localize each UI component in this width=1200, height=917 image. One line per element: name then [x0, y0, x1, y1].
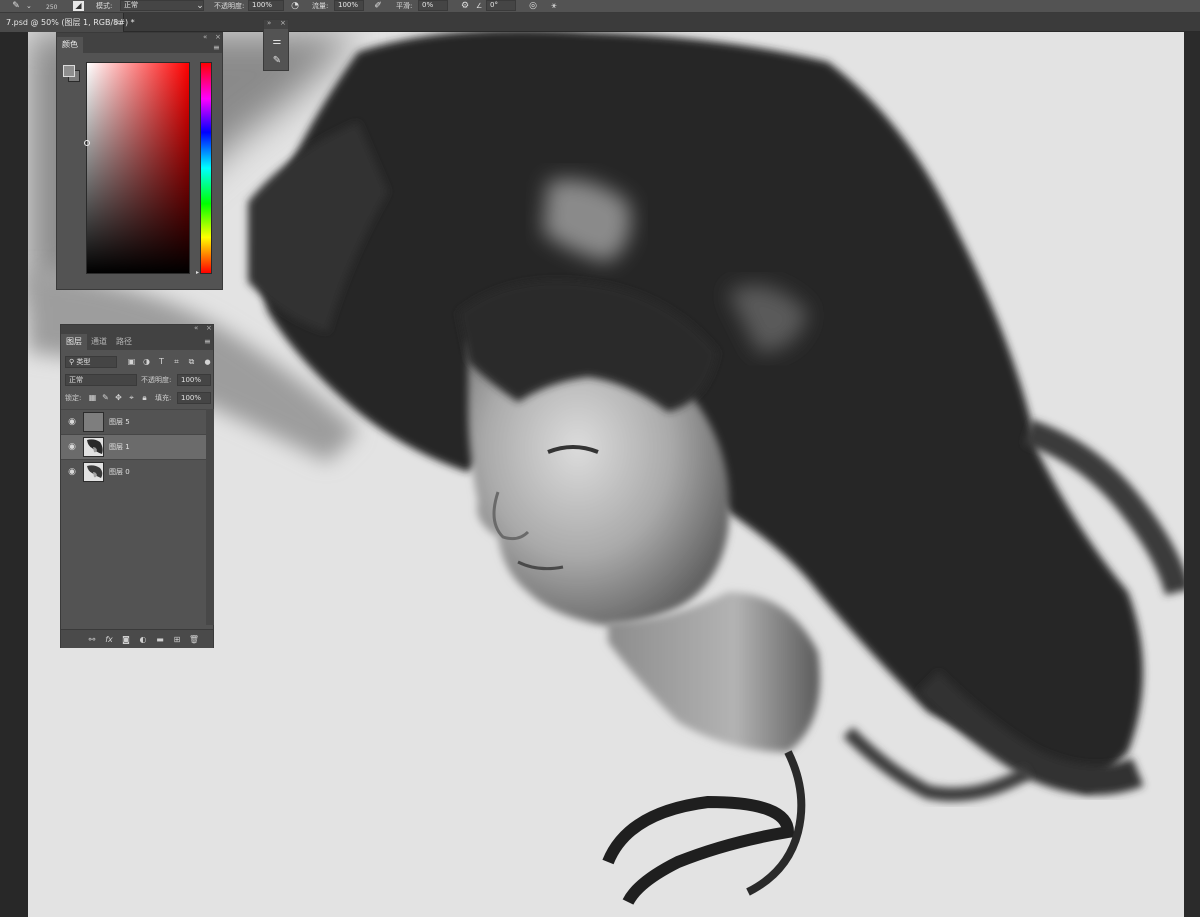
mini-panel-close-icon[interactable]: × [280, 19, 286, 27]
layers-panel-close-icon[interactable]: × [206, 324, 212, 332]
layers-panel-tabbar: 图层 通道 路径 ≡ [61, 334, 213, 350]
document-tab-close-icon[interactable]: × [114, 13, 121, 32]
brush-tool-icon[interactable]: ✎ [10, 0, 22, 12]
layer-name[interactable]: 图层 1 [109, 441, 130, 453]
eye-icon[interactable]: ◉ [66, 441, 78, 453]
lock-all-icon[interactable]: 🔒︎ [139, 392, 150, 404]
layer-name[interactable]: 图层 5 [109, 416, 130, 428]
angle-input[interactable]: 0° [486, 0, 516, 11]
saturation-brightness-field[interactable] [86, 62, 190, 274]
lock-artboard-icon[interactable]: ⌖ [126, 392, 137, 404]
opacity-input[interactable]: 100% [248, 0, 284, 11]
layer-thumbnail-art [87, 439, 103, 454]
layers-panel: « × 图层 通道 路径 ≡ ⚲ 类型 ▣ ◑ T ⌗ ⧉ ● 正常 不透明度:… [60, 324, 214, 648]
layer-filter-value: 类型 [76, 358, 91, 366]
new-layer-icon[interactable]: ⊞ [170, 633, 184, 646]
layers-panel-menu-icon[interactable]: ≡ [204, 337, 211, 346]
lock-position-icon[interactable]: ✥ [113, 392, 124, 404]
layer-style-fx-icon[interactable]: fx [102, 633, 116, 646]
eye-icon[interactable]: ◉ [66, 466, 78, 478]
blend-mode-select[interactable]: 正常 [65, 374, 137, 386]
right-panel-gutter [1184, 32, 1200, 917]
opacity-label: 不透明度: [214, 2, 245, 10]
layer-row[interactable]: ◉ 图层 5 [61, 409, 206, 434]
color-picker-ring[interactable] [84, 140, 90, 146]
brush-settings-panel-icon[interactable]: ⚌ [267, 34, 287, 50]
tab-color[interactable]: 颜色 [57, 37, 83, 53]
layers-panel-header: « × [61, 324, 213, 334]
flow-input[interactable]: 100% [334, 0, 364, 11]
layer-thumbnail [83, 437, 104, 457]
document-tab-bar: 7.psd @ 50% (图层 1, RGB/8#) * × [0, 13, 1200, 32]
mini-panel-collapse-icon[interactable]: » [267, 19, 271, 27]
brush-presets-icon[interactable]: ✎ [267, 53, 287, 69]
layer-filter-row: ⚲ 类型 ▣ ◑ T ⌗ ⧉ ● [61, 354, 213, 371]
add-mask-icon[interactable]: ◙ [119, 633, 133, 646]
pressure-opacity-icon[interactable]: ◔ [289, 0, 301, 12]
pressure-size-icon[interactable]: ◎ [527, 0, 539, 12]
color-panel-collapse-icon[interactable]: « [203, 33, 207, 41]
filter-toggle-icon[interactable]: ● [202, 356, 213, 368]
filter-shape-icon[interactable]: ⌗ [171, 356, 182, 368]
tab-layers[interactable]: 图层 [61, 334, 87, 350]
layers-panel-collapse-icon[interactable]: « [194, 324, 198, 332]
blend-mode-value: 正常 [69, 376, 83, 384]
layer-name[interactable]: 图层 0 [109, 466, 130, 478]
new-group-folder-icon[interactable]: ▬ [153, 633, 167, 646]
tool-preset-dropdown[interactable]: ⌄ [26, 0, 32, 12]
filter-pixel-icon[interactable]: ▣ [126, 356, 137, 368]
adjustment-layer-icon[interactable]: ◐ [136, 633, 150, 646]
color-panel-tabbar: 颜色 « × ≡ [57, 33, 222, 53]
foreground-background-swatch[interactable] [62, 64, 82, 84]
tab-paths[interactable]: 路径 [111, 334, 137, 350]
fill-label: 填充: [155, 394, 172, 402]
layers-footer: ⚯ fx ◙ ◐ ▬ ⊞ 🗑︎ [61, 629, 213, 648]
layer-opacity-label: 不透明度: [141, 376, 172, 384]
layers-scrollbar[interactable] [206, 409, 214, 625]
filter-smart-object-icon[interactable]: ⧉ [186, 356, 197, 368]
gear-icon[interactable]: ⚙ [459, 0, 471, 12]
smoothing-label: 平滑: [396, 2, 413, 10]
mode-select[interactable]: 正常 [120, 0, 204, 11]
mode-chevron-icon[interactable]: ⌄ [194, 0, 206, 12]
layer-filter-select[interactable]: ⚲ 类型 [65, 356, 117, 368]
link-layers-icon[interactable]: ⚯ [85, 633, 99, 646]
fill-input[interactable]: 100% [177, 392, 211, 404]
layer-thumbnail-art [87, 465, 103, 478]
mode-select-value: 正常 [124, 1, 138, 9]
document-tab[interactable]: 7.psd @ 50% (图层 1, RGB/8#) * [0, 13, 135, 32]
blend-row: 正常 不透明度: 100% [61, 372, 213, 389]
filter-type-icon[interactable]: T [156, 356, 167, 368]
delete-layer-trash-icon[interactable]: 🗑︎ [187, 633, 201, 646]
smoothing-input[interactable]: 0% [418, 0, 448, 11]
layer-row[interactable]: ◉ 图层 0 [61, 459, 206, 484]
foreground-color-swatch[interactable] [63, 65, 75, 77]
hue-marker-icon[interactable]: ▸ [196, 269, 199, 276]
tab-channels[interactable]: 通道 [86, 334, 112, 350]
layer-row[interactable]: ◉ 图层 1 [61, 434, 206, 459]
color-panel: 颜色 « × ≡ ▸ [56, 32, 223, 290]
mini-tool-panel: » × ⚌ ✎ [263, 19, 289, 71]
eye-icon[interactable]: ◉ [66, 416, 78, 428]
color-panel-menu-icon[interactable]: ≡ [213, 43, 220, 52]
layer-opacity-input[interactable]: 100% [177, 374, 211, 386]
color-panel-close-icon[interactable]: × [215, 33, 221, 41]
layer-thumbnail [83, 412, 104, 432]
filter-adjustment-icon[interactable]: ◑ [141, 356, 152, 368]
lock-image-icon[interactable]: ✎ [100, 392, 111, 404]
brush-size-value: 250 [46, 4, 58, 11]
layer-thumbnail [83, 462, 104, 482]
angle-icon: ∠ [476, 2, 483, 10]
lock-label: 锁定: [65, 394, 82, 402]
hue-slider[interactable] [200, 62, 212, 274]
options-bar: ✎ ⌄ 250 ◢ 模式: 正常 ⌄ 不透明度: 100% ◔ 流量: 100%… [0, 0, 1200, 13]
mode-label: 模式: [96, 2, 113, 10]
lock-transparent-icon[interactable]: ▦ [87, 392, 98, 404]
symmetry-icon[interactable]: ⚹ [548, 0, 560, 12]
mini-panel-header: » × [264, 19, 288, 29]
airbrush-icon[interactable]: ✐ [372, 0, 384, 12]
flow-label: 流量: [312, 2, 329, 10]
brush-settings-icon[interactable]: ◢ [73, 1, 84, 11]
lock-row: 锁定: ▦ ✎ ✥ ⌖ 🔒︎ 填充: 100% [61, 390, 213, 407]
